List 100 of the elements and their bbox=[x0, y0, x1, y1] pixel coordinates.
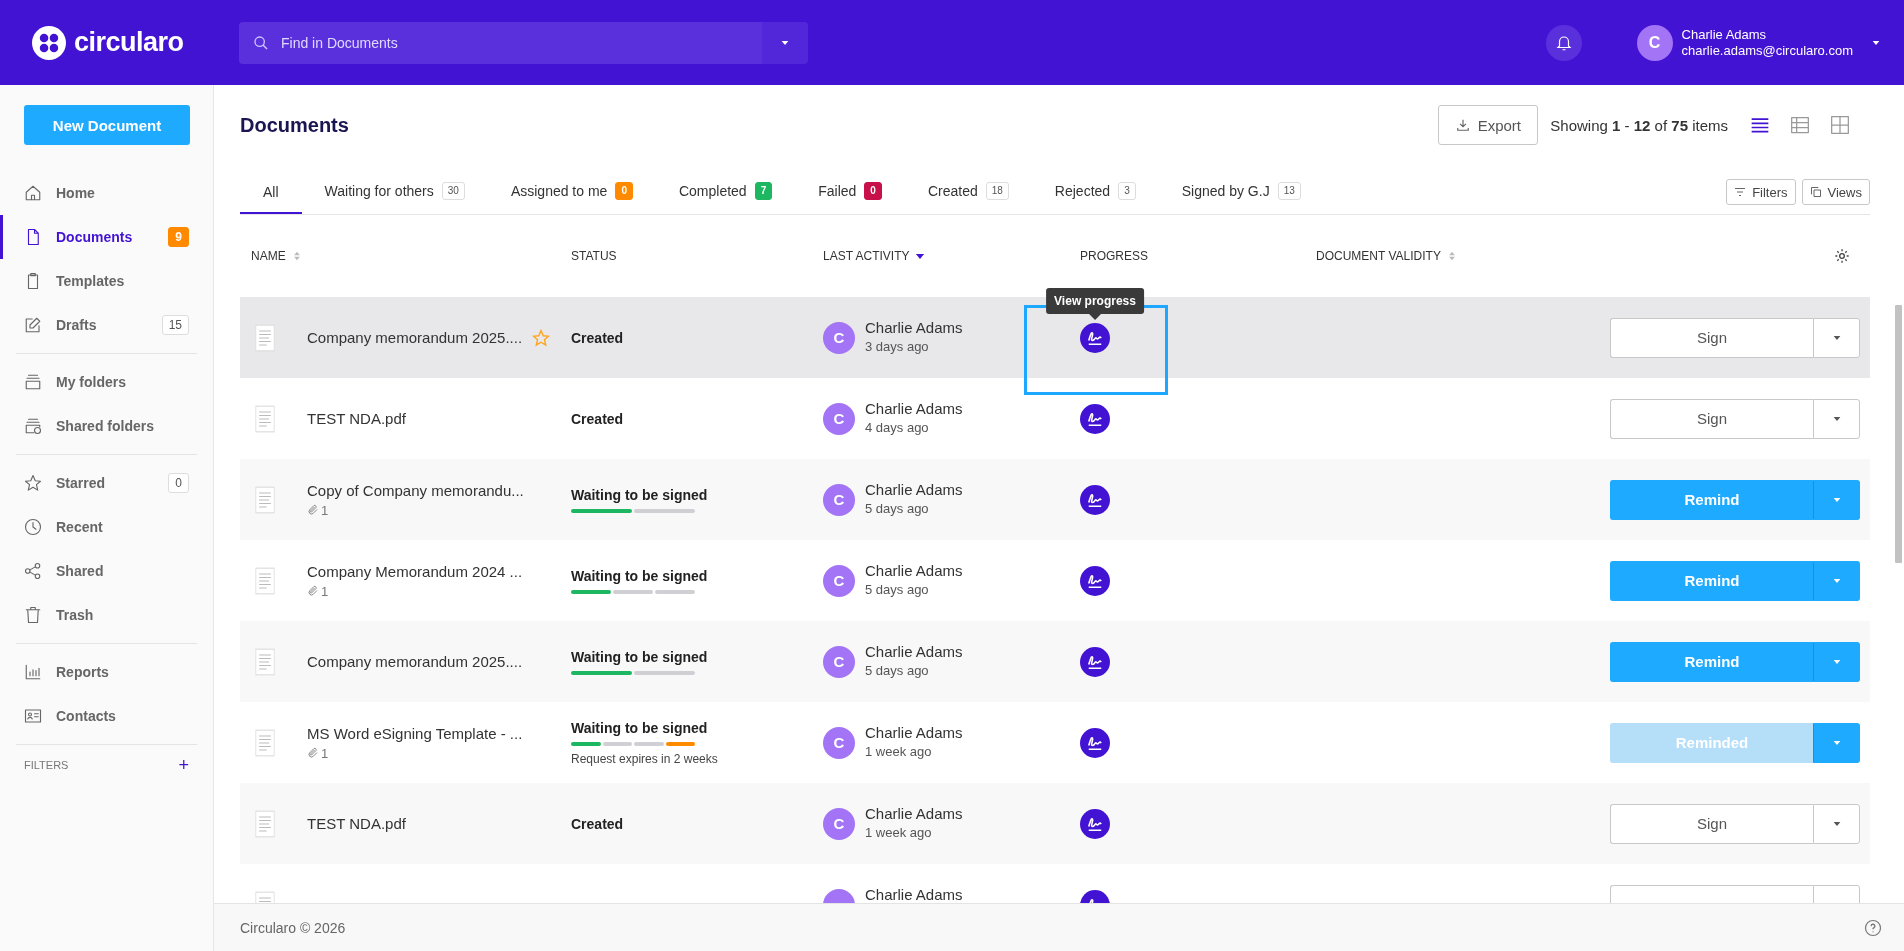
activity-time: 3 days ago bbox=[865, 339, 930, 354]
signature-icon[interactable] bbox=[1080, 808, 1110, 839]
column-header[interactable]: NAME bbox=[251, 249, 286, 263]
dropdown-button[interactable] bbox=[1813, 317, 1860, 358]
count-badge: 3 bbox=[1118, 182, 1136, 200]
signature-icon[interactable] bbox=[1080, 646, 1110, 677]
table-row[interactable]: Company memorandum 2025.... Waiting to be signed C Charlie Adams 5 days ago Remind bbox=[240, 621, 1870, 702]
sidebar-item[interactable]: Contacts bbox=[0, 694, 213, 738]
copyright-text: Circularo © 2026 bbox=[240, 919, 346, 936]
user-avatar: C bbox=[823, 807, 855, 840]
document-name[interactable]: TEST NDA.pdf bbox=[307, 410, 406, 427]
trash-icon bbox=[24, 606, 42, 624]
star-icon[interactable] bbox=[532, 328, 551, 347]
scrollbar-thumb[interactable] bbox=[1895, 305, 1902, 563]
column-header[interactable]: LAST ACTIVITY bbox=[823, 249, 910, 263]
sidebar-item[interactable]: Shared folders bbox=[0, 404, 213, 448]
sidebar-item[interactable]: Drafts 15 bbox=[0, 303, 213, 347]
tab[interactable]: Signed by G.J 13 bbox=[1158, 182, 1324, 214]
tab[interactable]: Failed 0 bbox=[795, 182, 905, 214]
signature-icon[interactable] bbox=[1080, 727, 1110, 758]
grid-view-icon[interactable] bbox=[1830, 115, 1850, 135]
dropdown-button[interactable] bbox=[1813, 803, 1860, 844]
activity-time: 1 week ago bbox=[865, 825, 933, 840]
tab[interactable]: All bbox=[240, 184, 302, 214]
signature-icon[interactable] bbox=[1080, 565, 1110, 596]
column-header[interactable]: DOCUMENT VALIDITY bbox=[1316, 249, 1441, 263]
views-button[interactable]: Views bbox=[1801, 179, 1870, 205]
user-avatar: C bbox=[823, 402, 855, 435]
count-badge: 0 bbox=[864, 182, 882, 200]
folder-stack-icon bbox=[24, 373, 42, 391]
tab[interactable]: Waiting for others 30 bbox=[301, 182, 488, 214]
tab[interactable]: Completed 7 bbox=[655, 182, 796, 214]
settings-icon[interactable] bbox=[1834, 248, 1850, 264]
sidebar-item[interactable]: Documents 9 bbox=[0, 215, 213, 259]
sidebar-item[interactable]: Reports bbox=[0, 650, 213, 694]
signature-icon[interactable] bbox=[1080, 322, 1110, 353]
export-button[interactable]: Export bbox=[1438, 105, 1539, 145]
sidebar-item[interactable]: Starred 0 bbox=[0, 461, 213, 505]
count-badge: 9 bbox=[168, 227, 189, 247]
help-icon[interactable] bbox=[1864, 918, 1882, 937]
star-icon bbox=[24, 474, 42, 492]
document-name[interactable]: Copy of Company memorandu... bbox=[307, 481, 524, 499]
tab[interactable]: Created 18 bbox=[904, 182, 1032, 214]
document-thumbnail-icon bbox=[255, 647, 275, 676]
dropdown-button[interactable] bbox=[1813, 722, 1860, 763]
dropdown-button[interactable] bbox=[1813, 398, 1860, 439]
document-name[interactable]: MS Word eSigning Template - ... bbox=[307, 724, 523, 742]
caret-icon bbox=[779, 38, 791, 47]
document-name[interactable]: TEST NDA.pdf bbox=[307, 815, 406, 832]
copy-icon bbox=[1809, 186, 1822, 198]
document-thumbnail-icon bbox=[255, 728, 275, 757]
sidebar-item[interactable]: Shared bbox=[0, 549, 213, 593]
attachment-count: 1 bbox=[321, 502, 329, 518]
bell-icon bbox=[1554, 33, 1573, 52]
page-title: Documents bbox=[240, 113, 350, 137]
tab[interactable]: Assigned to me 0 bbox=[487, 182, 656, 214]
dropdown-button[interactable] bbox=[1813, 641, 1860, 682]
list-view-icon[interactable] bbox=[1750, 115, 1770, 135]
logo-icon[interactable] bbox=[32, 25, 66, 60]
sidebar-item[interactable]: Home bbox=[0, 171, 213, 215]
document-name[interactable]: Company Memorandum 2024 ... bbox=[307, 562, 523, 580]
sidebar-item[interactable]: Templates bbox=[0, 259, 213, 303]
table-view-icon[interactable] bbox=[1790, 115, 1810, 135]
document-name[interactable]: Company memorandum 2025.... bbox=[307, 329, 523, 346]
tab[interactable]: Rejected 3 bbox=[1031, 182, 1159, 214]
column-header[interactable]: STATUS bbox=[571, 249, 617, 263]
document-thumbnail-icon bbox=[255, 485, 275, 514]
sign-button[interactable]: Sign bbox=[1610, 398, 1813, 439]
author-name: Charlie Adams bbox=[865, 562, 963, 579]
table-row[interactable]: Copy of Company memorandu... 1 Waiting to be signed C Charlie Adams 5 days ago Remind bbox=[240, 459, 1870, 540]
filters-button[interactable]: Filters bbox=[1726, 179, 1796, 205]
user-email: charlie.adams@circularo.com bbox=[1681, 42, 1853, 59]
status-text: Waiting to be signed bbox=[571, 567, 709, 584]
author-name: Charlie Adams bbox=[865, 400, 963, 417]
sign-button[interactable]: Sign bbox=[1610, 317, 1813, 358]
notification-button[interactable] bbox=[1545, 24, 1582, 61]
search-field[interactable]: Find in Documents bbox=[239, 21, 762, 64]
author-name: Charlie Adams bbox=[865, 886, 963, 903]
table-row[interactable]: TEST NDA.pdf Created C Charlie Adams 1 week ago Sign bbox=[240, 783, 1870, 864]
expiry-note: Request expires in 2 weeks bbox=[571, 751, 719, 766]
signature-icon[interactable] bbox=[1080, 403, 1110, 434]
bar-chart-icon bbox=[24, 663, 42, 681]
activity-time: 4 days ago bbox=[865, 420, 930, 435]
sidebar-item[interactable]: Recent bbox=[0, 505, 213, 549]
sidebar-item[interactable]: My folders bbox=[0, 360, 213, 404]
add-filter-button[interactable]: + bbox=[178, 759, 189, 771]
author-name: Charlie Adams bbox=[865, 724, 963, 741]
sort-descending-icon[interactable] bbox=[915, 251, 926, 261]
sidebar-item[interactable]: Trash bbox=[0, 593, 213, 637]
status-text: Created bbox=[571, 815, 625, 832]
document-name[interactable]: Company memorandum 2025.... bbox=[307, 653, 523, 670]
sign-button[interactable]: Sign bbox=[1610, 803, 1813, 844]
tooltip-arrow-icon bbox=[1089, 313, 1101, 320]
caret-icon bbox=[1870, 38, 1882, 47]
signature-icon[interactable] bbox=[1080, 484, 1110, 515]
edit-icon bbox=[24, 316, 42, 334]
author-name: Charlie Adams bbox=[865, 319, 963, 336]
dropdown-button[interactable] bbox=[1813, 479, 1860, 520]
column-header[interactable]: PROGRESS bbox=[1080, 249, 1148, 263]
dropdown-button[interactable] bbox=[1813, 560, 1860, 601]
